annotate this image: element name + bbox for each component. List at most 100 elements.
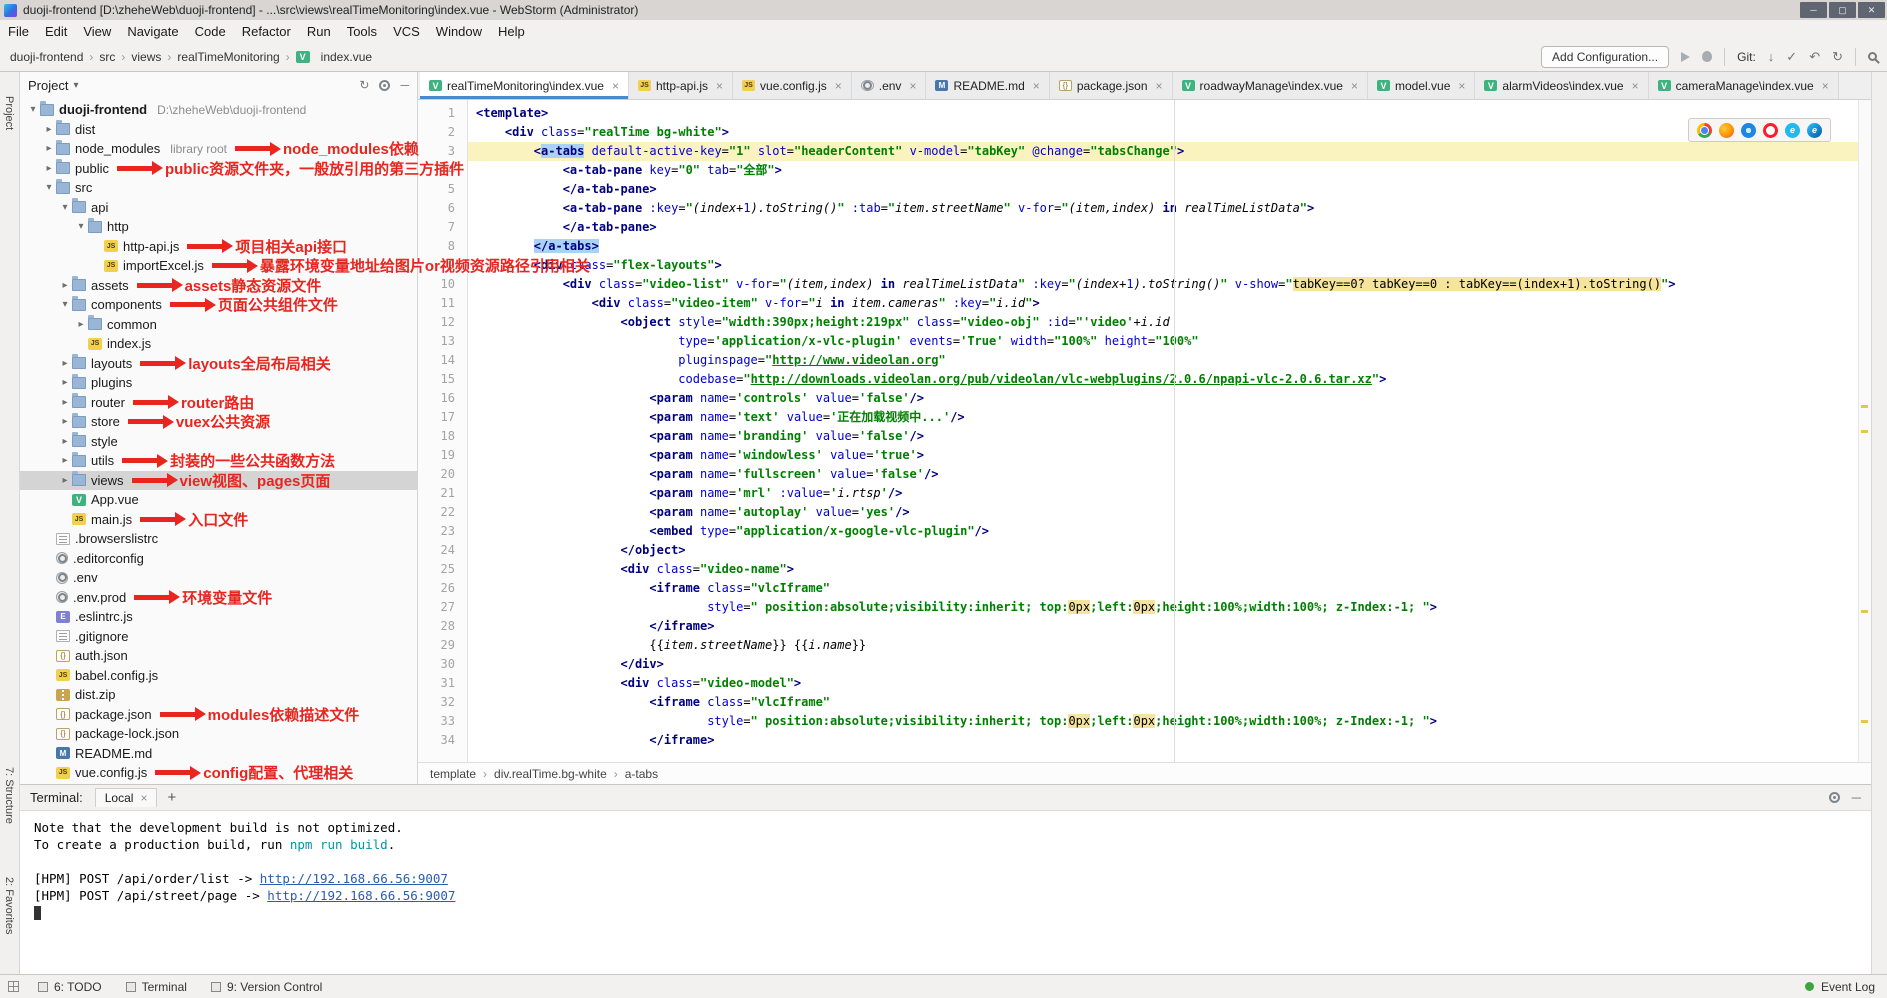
code-line[interactable]: <a-tabs default-active-key="1" slot="hea… xyxy=(468,142,1871,161)
tree-item[interactable]: ▾http xyxy=(20,217,417,237)
tree-item[interactable]: .env.prod环境变量文件 xyxy=(20,588,417,608)
code-line[interactable]: <param name='mrl' :value='i.rtsp'/> xyxy=(468,484,1871,503)
menu-item-navigate[interactable]: Navigate xyxy=(119,20,186,42)
editor-tab[interactable]: cameraManage\index.vue xyxy=(1649,72,1839,99)
terminal-link[interactable]: http://192.168.66.56:9007 xyxy=(260,871,448,886)
tree-item[interactable]: ▸dist xyxy=(20,120,417,140)
close-tab-icon[interactable] xyxy=(716,79,723,93)
git-update-icon[interactable]: ↓ xyxy=(1768,49,1775,64)
code-line[interactable]: <div class="realTime bg-white"> xyxy=(468,123,1871,142)
line-number[interactable]: 19 xyxy=(418,446,455,465)
line-number[interactable]: 29 xyxy=(418,636,455,655)
chevron-right-icon[interactable]: ▸ xyxy=(58,416,72,427)
line-number[interactable]: 8 xyxy=(418,237,455,256)
tree-item[interactable]: .env xyxy=(20,568,417,588)
tree-item[interactable]: ▸assetsassets静态资源文件 xyxy=(20,276,417,296)
editor-tab[interactable]: http-api.js xyxy=(629,72,733,99)
line-number[interactable]: 32 xyxy=(418,693,455,712)
breadcrumb-item[interactable]: views xyxy=(131,50,161,64)
line-number[interactable]: 11 xyxy=(418,294,455,313)
tree-item[interactable]: .editorconfig xyxy=(20,549,417,569)
line-number[interactable]: 14 xyxy=(418,351,455,370)
chevron-right-icon[interactable]: ▸ xyxy=(58,358,72,369)
line-number[interactable]: 13 xyxy=(418,332,455,351)
git-commit-icon[interactable]: ✓ xyxy=(1786,49,1797,65)
line-number[interactable]: 6 xyxy=(418,199,455,218)
line-number[interactable]: 34 xyxy=(418,731,455,750)
tree-item[interactable]: .browserslistrc xyxy=(20,529,417,549)
code-line[interactable]: <div class="video-item" v-for="i in item… xyxy=(468,294,1871,313)
code-line[interactable]: <iframe class="vlcIframe" xyxy=(468,579,1871,598)
line-number[interactable]: 28 xyxy=(418,617,455,636)
code-line[interactable]: <param name='branding' value='false'/> xyxy=(468,427,1871,446)
tree-item[interactable]: vue.config.jsconfig配置、代理相关 xyxy=(20,763,417,783)
chevron-down-icon[interactable]: ▾ xyxy=(58,202,72,213)
tree-item[interactable]: .gitignore xyxy=(20,627,417,647)
menu-item-view[interactable]: View xyxy=(75,20,119,42)
editor-breadcrumb-item[interactable]: a-tabs xyxy=(625,767,658,781)
status-todo[interactable]: 6: TODO xyxy=(38,980,102,994)
code-line[interactable]: </object> xyxy=(468,541,1871,560)
code-line[interactable]: <a-tab-pane key="0" tab="全部"> xyxy=(468,161,1871,180)
editor-tab[interactable]: alarmVideos\index.vue xyxy=(1475,72,1648,99)
editor-tab[interactable]: realTimeMonitoring\index.vue xyxy=(420,72,629,99)
close-tab-icon[interactable] xyxy=(909,79,916,93)
close-button[interactable] xyxy=(1858,2,1885,18)
code-line[interactable]: </div> xyxy=(468,655,1871,674)
hide-panel-icon[interactable] xyxy=(400,78,409,92)
code-line[interactable]: <param name='autoplay' value='yes'/> xyxy=(468,503,1871,522)
tree-item[interactable]: ▾components页面公共组件文件 xyxy=(20,295,417,315)
menu-item-code[interactable]: Code xyxy=(187,20,234,42)
line-number[interactable]: 21 xyxy=(418,484,455,503)
close-tab-icon[interactable] xyxy=(1458,79,1465,93)
line-number[interactable]: 23 xyxy=(418,522,455,541)
line-number[interactable]: 22 xyxy=(418,503,455,522)
code-line[interactable]: style=" position:absolute;visibility:inh… xyxy=(468,712,1871,731)
close-tab-icon[interactable] xyxy=(612,79,619,93)
chevron-right-icon[interactable]: ▸ xyxy=(58,436,72,447)
event-log-label[interactable]: Event Log xyxy=(1821,980,1875,994)
code-line[interactable]: pluginspage="http://www.videolan.org" xyxy=(468,351,1871,370)
line-number[interactable]: 24 xyxy=(418,541,455,560)
line-number[interactable]: 31 xyxy=(418,674,455,693)
menu-item-edit[interactable]: Edit xyxy=(37,20,75,42)
safari-icon[interactable] xyxy=(1741,123,1756,138)
tree-item[interactable]: .eslintrc.js xyxy=(20,607,417,627)
line-number[interactable]: 18 xyxy=(418,427,455,446)
code-line[interactable]: </iframe> xyxy=(468,617,1871,636)
code-line[interactable]: {{item.streetName}} {{i.name}} xyxy=(468,636,1871,655)
code-area[interactable]: <template> <div class="realTime bg-white… xyxy=(468,100,1871,762)
tree-item[interactable]: ▸viewsview视图、pages页面 xyxy=(20,471,417,491)
chevron-down-icon[interactable]: ▾ xyxy=(58,299,72,310)
breadcrumb-item[interactable]: index.vue xyxy=(321,50,372,64)
code-line[interactable]: <param name='windowless' value='true'> xyxy=(468,446,1871,465)
close-tab-icon[interactable] xyxy=(1033,79,1040,93)
code-line[interactable]: <template> xyxy=(468,104,1871,123)
chevron-right-icon[interactable]: ▸ xyxy=(58,455,72,466)
line-number[interactable]: 1 xyxy=(418,104,455,123)
line-number[interactable]: 27 xyxy=(418,598,455,617)
chevron-down-icon[interactable] xyxy=(73,80,78,91)
code-line[interactable]: <param name='controls' value='false'/> xyxy=(468,389,1871,408)
breadcrumb-item[interactable]: src xyxy=(99,50,115,64)
code-line[interactable]: <embed type="application/x-google-vlc-pl… xyxy=(468,522,1871,541)
tree-item[interactable]: auth.json xyxy=(20,646,417,666)
chevron-right-icon[interactable]: ▸ xyxy=(58,397,72,408)
close-tab-icon[interactable] xyxy=(1156,79,1163,93)
tree-item[interactable]: main.js入口文件 xyxy=(20,510,417,530)
tree-item[interactable]: http-api.js项目相关api接口 xyxy=(20,237,417,257)
code-line[interactable]: <param name='text' value='正在加载视频中...'/> xyxy=(468,408,1871,427)
menu-item-vcs[interactable]: VCS xyxy=(385,20,428,42)
line-number[interactable]: 2 xyxy=(418,123,455,142)
code-line[interactable]: <div class="video-list" v-for="(item,ind… xyxy=(468,275,1871,294)
tree-item[interactable]: ▾src xyxy=(20,178,417,198)
tree-item[interactable]: babel.config.js xyxy=(20,666,417,686)
code-line[interactable]: style=" position:absolute;visibility:inh… xyxy=(468,598,1871,617)
new-terminal-icon[interactable] xyxy=(167,789,176,806)
breadcrumb-item[interactable]: duoji-frontend xyxy=(10,50,83,64)
tree-item[interactable]: package-lock.json xyxy=(20,724,417,744)
tree-item[interactable]: ▸routerrouter路由 xyxy=(20,393,417,413)
menu-item-file[interactable]: File xyxy=(0,20,37,42)
refresh-icon[interactable] xyxy=(359,78,369,92)
line-number[interactable]: 25 xyxy=(418,560,455,579)
